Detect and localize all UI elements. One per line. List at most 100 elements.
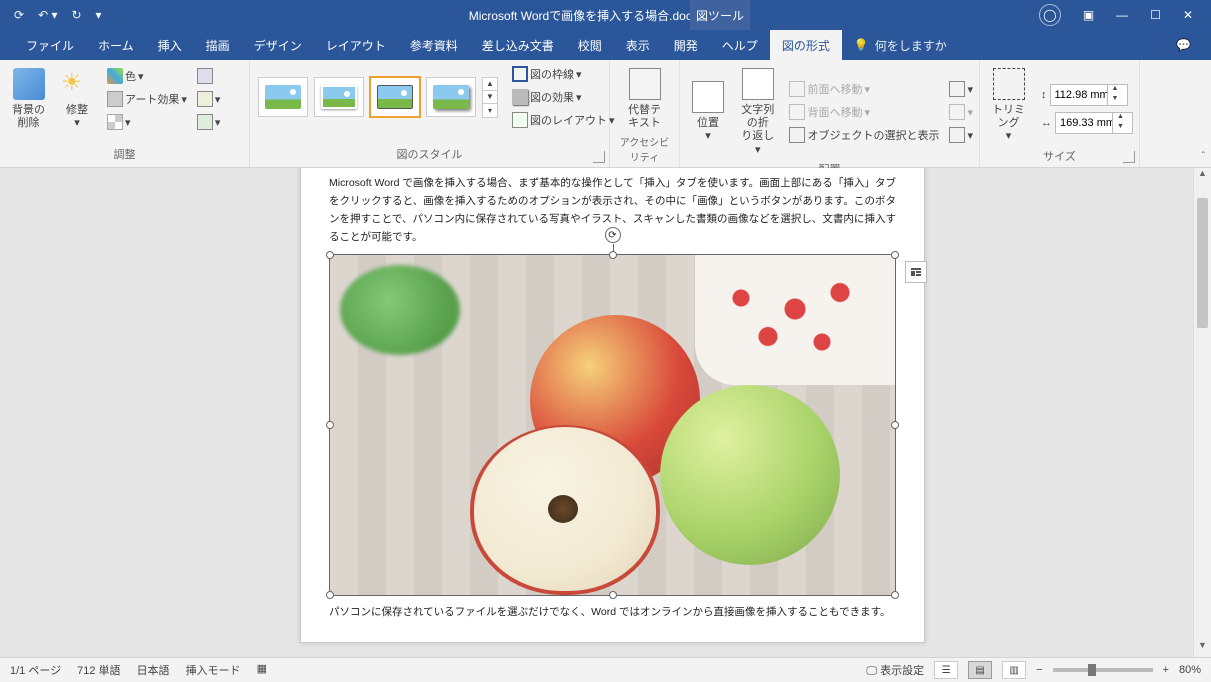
print-layout-icon[interactable]: ▤ xyxy=(968,661,992,679)
picture-layout-button[interactable]: 図のレイアウト ▾ xyxy=(512,110,615,130)
zoom-out-icon[interactable]: − xyxy=(1036,664,1042,676)
handle-tr[interactable] xyxy=(891,251,899,259)
statusbar: 1/1 ページ 712 単語 日本語 挿入モード ▦ 🖵 表示設定 ☰ ▤ ▥ … xyxy=(0,657,1211,682)
remove-background-button[interactable]: 背景の 削除 xyxy=(6,64,51,134)
document-area: Microsoft Word で画像を挿入する場合、まず基本的な操作として「挿入… xyxy=(0,168,1211,657)
tab-picture-format[interactable]: 図の形式 xyxy=(770,30,842,60)
picture-border-button[interactable]: 図の枠線 ▾ xyxy=(512,64,615,84)
height-spinner[interactable]: ▲▼ xyxy=(1050,84,1128,106)
handle-b[interactable] xyxy=(609,591,617,599)
status-page[interactable]: 1/1 ページ xyxy=(10,662,61,678)
context-tool-label: 図ツール xyxy=(696,7,744,24)
picture-styles-gallery[interactable]: ▲▼▾ xyxy=(256,73,500,122)
qat-customize-icon[interactable]: ▾ xyxy=(96,8,102,22)
doc-title: Microsoft Wordで画像を挿入する場合.docx xyxy=(469,7,698,24)
status-language[interactable]: 日本語 xyxy=(137,662,170,678)
scroll-thumb[interactable] xyxy=(1197,198,1208,328)
tell-me-label: 何をしますか xyxy=(875,37,947,54)
scroll-up-icon[interactable]: ▲ xyxy=(1194,168,1211,185)
group-button[interactable]: ▾ xyxy=(949,102,973,122)
group-adjust: 背景の 削除 ☀ 修整▾ 色 ▾ アート効果 ▾ ▾ ▾ ▾ 調整 xyxy=(0,60,250,167)
paragraph-2[interactable]: パソコンに保存されているファイルを選ぶだけでなく、Word ではオンラインから直… xyxy=(329,604,896,622)
group-accessibility: 代替テ キスト アクセシビリティ xyxy=(610,60,680,167)
redo-icon[interactable]: ↻ xyxy=(71,8,81,22)
styles-dialog-launcher[interactable] xyxy=(593,151,605,163)
status-mode[interactable]: 挿入モード xyxy=(186,662,241,678)
group-adjust-label: 調整 xyxy=(6,146,243,165)
tab-developer[interactable]: 開発 xyxy=(662,30,710,60)
zoom-level[interactable]: 80% xyxy=(1179,664,1201,676)
tab-mailings[interactable]: 差し込み文書 xyxy=(470,30,566,60)
apple-photo xyxy=(330,255,895,595)
tab-draw[interactable]: 描画 xyxy=(194,30,242,60)
tab-insert[interactable]: 挿入 xyxy=(146,30,194,60)
ribbon-display-icon[interactable]: ▣ xyxy=(1083,8,1094,22)
tell-me[interactable]: 💡 何をしますか xyxy=(842,37,947,54)
style-option-3[interactable] xyxy=(370,77,420,117)
tab-references[interactable]: 参考資料 xyxy=(398,30,470,60)
style-option-1[interactable] xyxy=(258,77,308,117)
width-input[interactable] xyxy=(1056,117,1112,129)
tab-view[interactable]: 表示 xyxy=(614,30,662,60)
status-words[interactable]: 712 単語 xyxy=(77,662,120,678)
scroll-down-icon[interactable]: ▼ xyxy=(1194,640,1211,657)
transparency-button[interactable]: ▾ xyxy=(107,112,187,132)
artistic-effects-button[interactable]: アート効果 ▾ xyxy=(107,89,187,109)
crop-button[interactable]: トリミング▾ xyxy=(986,64,1031,148)
layout-options-icon[interactable] xyxy=(905,261,927,283)
width-spinner[interactable]: ▲▼ xyxy=(1055,112,1133,134)
account-icon[interactable]: ◯ xyxy=(1039,4,1061,26)
macro-icon[interactable]: ▦ xyxy=(257,662,267,678)
collapse-ribbon-icon[interactable]: ˆ xyxy=(1202,151,1205,162)
gallery-scroll[interactable]: ▲▼▾ xyxy=(482,77,498,118)
handle-br[interactable] xyxy=(891,591,899,599)
change-picture-button[interactable]: ▾ xyxy=(197,89,221,109)
minimize-icon[interactable]: — xyxy=(1116,8,1128,22)
close-icon[interactable]: ✕ xyxy=(1183,8,1193,22)
style-option-4[interactable] xyxy=(426,77,476,117)
alt-text-button[interactable]: 代替テ キスト xyxy=(616,64,673,134)
size-dialog-launcher[interactable] xyxy=(1123,151,1135,163)
handle-t[interactable] xyxy=(609,251,617,259)
tab-review[interactable]: 校閲 xyxy=(566,30,614,60)
group-styles-label: 図のスタイル xyxy=(256,146,603,165)
tab-design[interactable]: デザイン xyxy=(242,30,314,60)
width-icon: ↔ xyxy=(1041,117,1052,129)
position-button[interactable]: 位置▾ xyxy=(686,77,730,147)
autosave-icon[interactable]: ⟳ xyxy=(14,8,24,22)
color-button[interactable]: 色 ▾ xyxy=(107,66,187,86)
group-picture-styles: ▲▼▾ 図の枠線 ▾ 図の効果 ▾ 図のレイアウト ▾ 図のスタイル xyxy=(250,60,610,167)
send-backward-button[interactable]: 背面へ移動 ▾ xyxy=(789,102,939,122)
style-option-2[interactable] xyxy=(314,77,364,117)
tab-file[interactable]: ファイル xyxy=(14,30,86,60)
zoom-slider[interactable] xyxy=(1053,668,1153,672)
zoom-knob[interactable] xyxy=(1088,664,1096,676)
height-input[interactable] xyxy=(1051,89,1107,101)
undo-icon[interactable]: ↶ ▾ xyxy=(38,8,57,22)
vertical-scrollbar[interactable]: ▲ ▼ xyxy=(1193,168,1211,657)
selection-pane-button[interactable]: オブジェクトの選択と表示 xyxy=(789,125,939,145)
reset-picture-button[interactable]: ▾ xyxy=(197,112,221,132)
rotate-handle-icon[interactable]: ⟳ xyxy=(605,227,621,243)
share-icon[interactable]: 💬 xyxy=(1176,38,1211,52)
align-button[interactable]: ▾ xyxy=(949,79,973,99)
compress-pictures-button[interactable] xyxy=(197,66,221,86)
maximize-icon[interactable]: ☐ xyxy=(1150,8,1161,22)
tab-home[interactable]: ホーム xyxy=(86,30,146,60)
zoom-in-icon[interactable]: + xyxy=(1163,664,1169,676)
bring-forward-button[interactable]: 前面へ移動 ▾ xyxy=(789,79,939,99)
tab-layout[interactable]: レイアウト xyxy=(314,30,398,60)
ribbon: 背景の 削除 ☀ 修整▾ 色 ▾ アート効果 ▾ ▾ ▾ ▾ 調整 xyxy=(0,60,1211,168)
handle-bl[interactable] xyxy=(326,591,334,599)
handle-r[interactable] xyxy=(891,421,899,429)
display-settings-button[interactable]: 🖵 表示設定 xyxy=(866,662,924,678)
read-mode-icon[interactable]: ☰ xyxy=(934,661,958,679)
tab-help[interactable]: ヘルプ xyxy=(710,30,770,60)
selected-picture[interactable]: ⟳ xyxy=(329,254,896,596)
web-layout-icon[interactable]: ▥ xyxy=(1002,661,1026,679)
wrap-text-button[interactable]: 文字列の折 り返し ▾ xyxy=(734,64,781,161)
picture-effects-button[interactable]: 図の効果 ▾ xyxy=(512,87,615,107)
corrections-button[interactable]: ☀ 修整▾ xyxy=(55,64,99,134)
page[interactable]: Microsoft Word で画像を挿入する場合、まず基本的な操作として「挿入… xyxy=(300,168,925,643)
rotate-button[interactable]: ▾ xyxy=(949,125,973,145)
